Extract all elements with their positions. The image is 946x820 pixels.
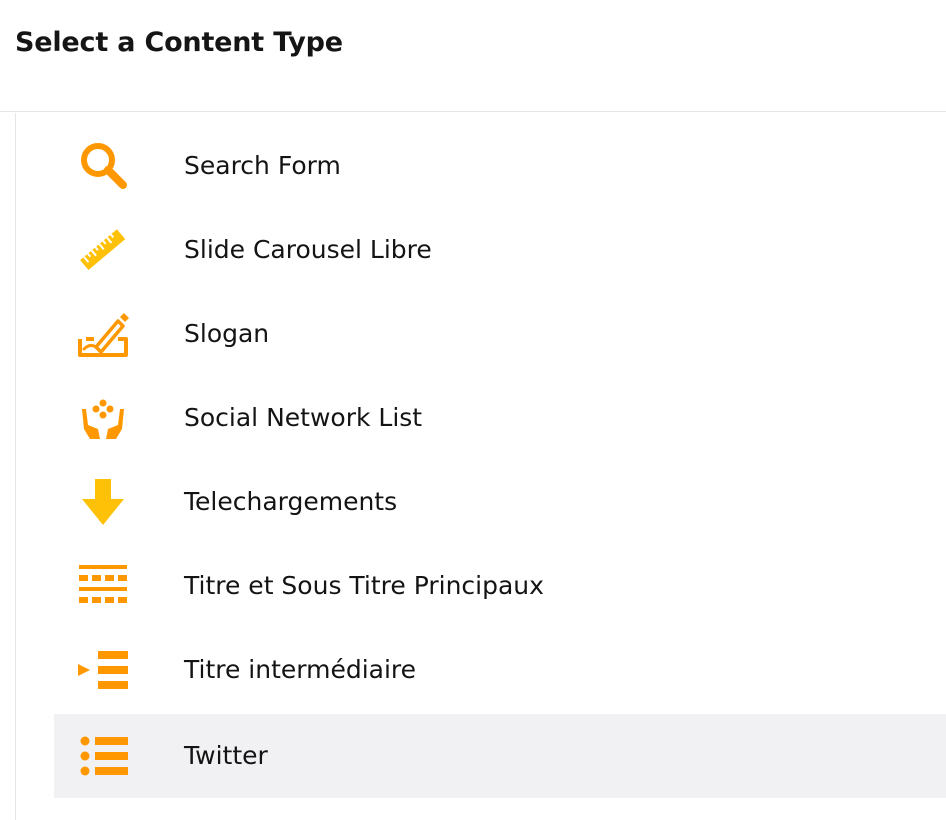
- title-blocks-icon: [74, 557, 132, 615]
- content-type-item-titre-sous-titre[interactable]: Titre et Sous Titre Principaux: [54, 544, 946, 628]
- hands-network-icon: [74, 389, 132, 447]
- search-icon: [74, 137, 132, 195]
- dialog-title: Select a Content Type: [15, 27, 343, 58]
- content-type-label: Slide Carousel Libre: [184, 235, 432, 264]
- content-type-label: Social Network List: [184, 403, 423, 432]
- content-type-item-twitter[interactable]: Twitter: [54, 714, 946, 798]
- content-type-item-slogan[interactable]: Slogan: [54, 292, 946, 376]
- pen-signature-icon: [74, 305, 132, 363]
- content-type-item-slide-carousel-libre[interactable]: Slide Carousel Libre: [54, 208, 946, 292]
- content-type-label: Slogan: [184, 319, 270, 348]
- ruler-icon: [74, 221, 132, 279]
- content-type-label: Twitter: [184, 741, 268, 770]
- content-type-item-titre-intermediaire[interactable]: Titre intermédiaire: [54, 628, 946, 712]
- content-type-label: Titre intermédiaire: [184, 655, 417, 684]
- content-type-item-telechargements[interactable]: Telechargements: [54, 460, 946, 544]
- content-type-item-search-form[interactable]: Search Form: [54, 124, 946, 208]
- content-type-label: Search Form: [184, 151, 341, 180]
- bullet-list-icon: [74, 727, 132, 785]
- dialog-header: Select a Content Type: [0, 0, 946, 112]
- content-type-item-social-network-list[interactable]: Social Network List: [54, 376, 946, 460]
- content-type-label: Titre et Sous Titre Principaux: [184, 571, 544, 600]
- content-type-label: Telechargements: [184, 487, 398, 516]
- subtitle-list-icon: [74, 641, 132, 699]
- download-arrow-icon: [74, 473, 132, 531]
